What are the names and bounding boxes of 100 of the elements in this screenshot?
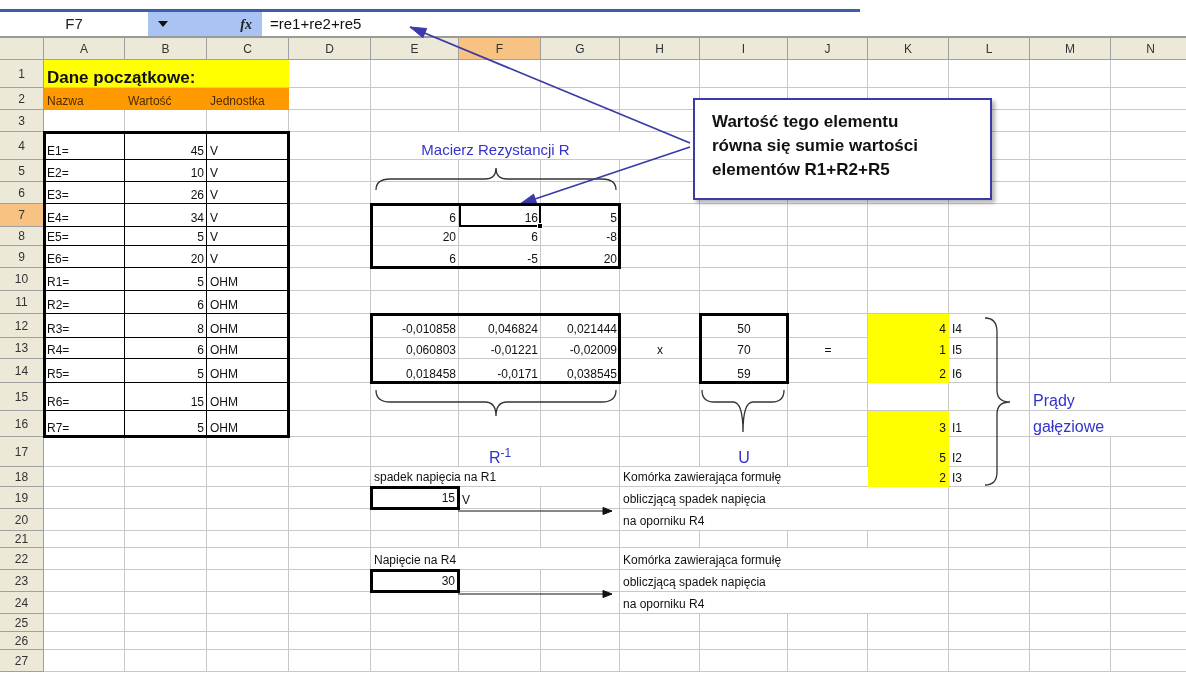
- table-cell-text: V: [209, 229, 219, 246]
- table-cell-text: -0,010858: [400, 321, 457, 338]
- table-cell-text: 59: [736, 366, 752, 383]
- table-cell-text: I2: [951, 450, 963, 467]
- table-cell-text: 20: [189, 251, 205, 268]
- row-header[interactable]: 6: [0, 182, 44, 204]
- table-cell-text: 50: [736, 321, 752, 338]
- column-header[interactable]: H: [620, 38, 700, 60]
- row-header[interactable]: 17: [0, 437, 44, 467]
- row-header[interactable]: 7: [0, 204, 44, 227]
- table-cell-text: 34: [189, 210, 205, 227]
- table-cell-text: I6: [951, 366, 963, 383]
- table-cell-text: 5: [196, 420, 205, 437]
- table-cell-text: R6=: [46, 394, 71, 411]
- table-cell-text: V: [209, 210, 219, 227]
- table-cell-text: E4=: [46, 210, 70, 227]
- table-cell-text: R5=: [46, 366, 71, 383]
- row-header[interactable]: 11: [0, 291, 44, 314]
- column-header[interactable]: K: [868, 38, 949, 60]
- table-cell-text: 20: [602, 251, 618, 268]
- table-cell-text: 10: [189, 165, 205, 182]
- table-cell-text: 0,060803: [404, 342, 457, 359]
- table-cell-text: -8: [605, 229, 618, 246]
- row-header[interactable]: 27: [0, 650, 44, 672]
- column-header[interactable]: D: [289, 38, 371, 60]
- table-cell-text: V: [209, 187, 219, 204]
- function-button[interactable]: fx: [240, 13, 252, 35]
- table-cell-text: 16: [523, 210, 539, 227]
- row-header[interactable]: 4: [0, 132, 44, 160]
- row-header[interactable]: 21: [0, 531, 44, 548]
- table-cell-text: -0,01221: [489, 342, 539, 359]
- row-header[interactable]: 15: [0, 383, 44, 411]
- table-cell-text: R7=: [46, 420, 71, 437]
- column-header[interactable]: N: [1111, 38, 1186, 60]
- table-cell: 15: [370, 486, 460, 510]
- column-header[interactable]: I: [700, 38, 788, 60]
- table-cell: Komórka zawierająca formułę: [620, 467, 868, 487]
- row-header[interactable]: 18: [0, 467, 44, 487]
- column-header[interactable]: L: [949, 38, 1030, 60]
- dropdown-icon[interactable]: [158, 21, 168, 27]
- table-cell: spadek napięcia na R1: [371, 467, 541, 487]
- row-header[interactable]: 23: [0, 570, 44, 592]
- table-cell: 1: [868, 338, 949, 359]
- row-header[interactable]: 12: [0, 314, 44, 338]
- row-header[interactable]: 10: [0, 268, 44, 291]
- column-header[interactable]: C: [207, 38, 289, 60]
- table-cell: 5: [868, 437, 949, 467]
- row-header[interactable]: 16: [0, 411, 44, 437]
- row-header[interactable]: 19: [0, 487, 44, 509]
- column-header[interactable]: A: [44, 38, 125, 60]
- column-header[interactable]: M: [1030, 38, 1111, 60]
- table-cell-text: R$^{-1}$: [487, 445, 513, 467]
- table-cell-text: 5: [196, 229, 205, 246]
- table-cell: 30: [370, 569, 460, 593]
- column-header[interactable]: F: [459, 38, 541, 60]
- table-cell-text: 5: [196, 274, 205, 291]
- table-cell-text: 8: [196, 321, 205, 338]
- row-header[interactable]: 14: [0, 359, 44, 383]
- table-cell-text: V: [209, 143, 219, 160]
- table-cell-text: OHM: [209, 274, 239, 291]
- table-cell-text: OHM: [209, 321, 239, 338]
- table-cell-text: 15: [189, 394, 205, 411]
- table-cell-text: V: [209, 165, 219, 182]
- table-cell-text: 70: [736, 342, 752, 359]
- row-header[interactable]: 22: [0, 548, 44, 570]
- table-cell-text: 0,021444: [565, 321, 618, 338]
- table-cell-text: V: [209, 251, 219, 268]
- row-header[interactable]: 1: [0, 60, 44, 88]
- table-cell-text: R1=: [46, 274, 71, 291]
- row-header[interactable]: 9: [0, 246, 44, 268]
- table-cell-text: 6: [196, 342, 205, 359]
- column-header[interactable]: E: [371, 38, 459, 60]
- row-header[interactable]: 26: [0, 632, 44, 650]
- table-cell: 2: [868, 359, 949, 383]
- table-cell-text: U: [737, 448, 751, 467]
- table-cell-text: R4=: [46, 342, 71, 359]
- table-cell-text: 6: [530, 229, 539, 246]
- table-cell-text: 26: [189, 187, 205, 204]
- table-cell-text: 5: [609, 210, 618, 227]
- table-cell-text: 6: [448, 210, 457, 227]
- row-header[interactable]: 13: [0, 338, 44, 359]
- row-header[interactable]: 3: [0, 110, 44, 132]
- column-header[interactable]: J: [788, 38, 868, 60]
- table-cell-text: -0,02009: [568, 342, 618, 359]
- row-header[interactable]: 24: [0, 592, 44, 614]
- table-cell: na oporniku R4: [620, 592, 868, 614]
- table-cell-text: OHM: [209, 420, 239, 437]
- table-cell: Napięcie na R4: [371, 548, 541, 570]
- row-header[interactable]: 5: [0, 160, 44, 182]
- table-cell-text: -0,0171: [496, 366, 539, 383]
- row-header[interactable]: 25: [0, 614, 44, 632]
- table-cell: Komórka zawierająca formułę: [620, 548, 868, 570]
- column-header[interactable]: B: [125, 38, 207, 60]
- table-cell-text: R2=: [46, 297, 71, 314]
- row-header[interactable]: 8: [0, 227, 44, 246]
- column-header[interactable]: G: [541, 38, 620, 60]
- row-header[interactable]: 20: [0, 509, 44, 531]
- row-header[interactable]: 2: [0, 88, 44, 110]
- table-cell: Dane początkowe:: [44, 60, 289, 88]
- table-cell-text: OHM: [209, 366, 239, 383]
